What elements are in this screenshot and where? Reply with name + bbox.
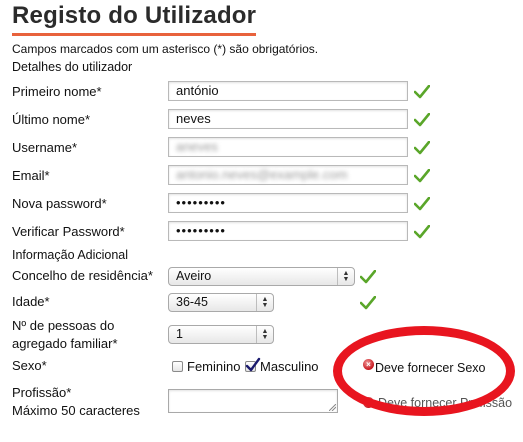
select-arrows-icon: ▲ ▼ (256, 294, 273, 311)
age-label: Idade* (12, 294, 50, 309)
required-fields-note: Campos marcados com um asterisco (*) são… (12, 42, 319, 56)
last-name-label: Último nome* (12, 112, 91, 127)
title-underline (12, 33, 256, 36)
last-name-input[interactable]: neves (168, 109, 408, 129)
female-checkbox[interactable] (172, 361, 183, 372)
profession-label: Profissão* (12, 385, 72, 400)
household-select[interactable]: 1 ▲ ▼ (168, 325, 274, 344)
male-option-label: Masculino (260, 359, 319, 374)
highlight-ellipse (333, 326, 515, 416)
username-label: Username* (12, 140, 78, 155)
household-label-line1: Nº de pessoas do (12, 318, 115, 333)
new-password-label: Nova password* (12, 196, 107, 211)
first-name-input[interactable]: antónio (168, 81, 408, 101)
select-arrows-icon: ▲ ▼ (256, 326, 273, 343)
valid-check-icon (360, 270, 376, 284)
valid-check-icon (414, 85, 430, 99)
female-option-label: Feminino (187, 359, 241, 374)
section-heading-additional: Informação Adicional (12, 248, 129, 262)
age-select-value: 36-45 (176, 295, 208, 309)
checkmark-icon (245, 357, 261, 372)
household-select-value: 1 (176, 327, 183, 341)
first-name-label: Primeiro nome* (12, 84, 102, 99)
valid-check-icon (414, 141, 430, 155)
username-value: aneves (176, 139, 218, 154)
male-checkbox[interactable] (245, 357, 261, 372)
resize-grip-icon[interactable] (329, 404, 336, 411)
profession-hint: Máximo 50 caracteres (12, 403, 140, 418)
valid-check-icon (414, 169, 430, 183)
valid-check-icon (360, 296, 376, 310)
email-value: antonio.neves@example.com (176, 167, 348, 182)
council-label: Concelho de residência* (12, 268, 153, 283)
verify-password-label: Verificar Password* (12, 224, 125, 239)
username-input[interactable]: aneves (168, 137, 408, 157)
page-title: Registo do Utilizador (12, 2, 257, 29)
profession-textarea[interactable] (168, 389, 338, 413)
section-heading-details: Detalhes do utilizador (12, 60, 133, 74)
sex-label: Sexo* (12, 358, 47, 373)
new-password-input[interactable]: ••••••••• (168, 193, 408, 213)
valid-check-icon (414, 225, 430, 239)
valid-check-icon (414, 197, 430, 211)
verify-password-input[interactable]: ••••••••• (168, 221, 408, 241)
select-arrows-icon: ▲ ▼ (337, 268, 354, 285)
valid-check-icon (414, 113, 430, 127)
email-label: Email* (12, 168, 50, 183)
age-select[interactable]: 36-45 ▲ ▼ (168, 293, 274, 312)
council-select[interactable]: Aveiro ▲ ▼ (168, 267, 355, 286)
household-label-line2: agregado familiar* (12, 336, 118, 351)
council-select-value: Aveiro (176, 269, 212, 283)
email-input[interactable]: antonio.neves@example.com (168, 165, 408, 185)
